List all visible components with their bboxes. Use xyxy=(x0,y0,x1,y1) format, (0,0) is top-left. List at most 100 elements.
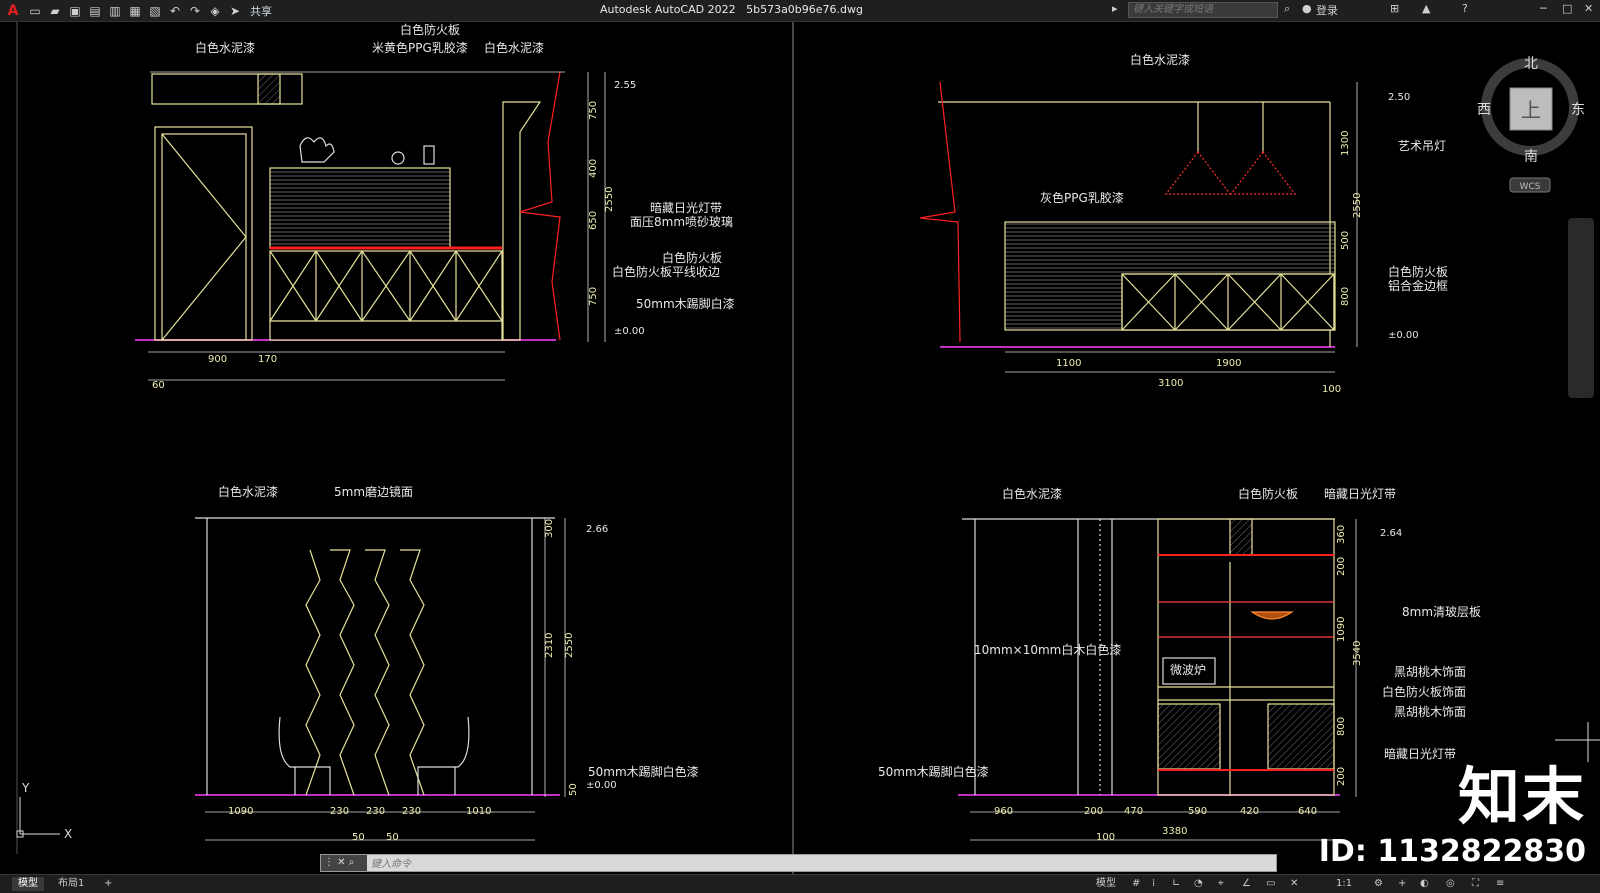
isolate-icon[interactable]: ◐ xyxy=(1414,877,1435,891)
osnap-icon[interactable]: ⌖ xyxy=(1212,877,1230,891)
tl-labels-7: 白色防火板平线收边 xyxy=(612,264,720,279)
minimize-icon[interactable]: ─ xyxy=(1540,2,1547,15)
bl-dims_h-0: 1090 xyxy=(228,806,253,817)
tab-model[interactable]: 模型 xyxy=(12,877,44,891)
window-title: Autodesk AutoCAD 2022 5b573a0b96e76.dwg xyxy=(600,3,864,16)
viewcube-east[interactable]: 东 xyxy=(1571,102,1585,118)
br-labels-9: 50mm木踢脚白色漆 xyxy=(878,764,989,779)
open-folder-icon[interactable]: ▰ xyxy=(46,2,64,20)
ucs-y-label: Y xyxy=(21,781,30,795)
model-space-toggle[interactable]: 模型 xyxy=(1090,877,1122,891)
polar-icon[interactable]: ◔ xyxy=(1188,877,1209,891)
search-arrow-icon[interactable]: ▸ xyxy=(1112,2,1118,15)
tr-labels-3: 白色防火板 xyxy=(1388,264,1448,279)
viewcube-south[interactable]: 南 xyxy=(1524,149,1538,165)
plus-icon[interactable]: + xyxy=(1392,877,1412,891)
br-dims_h-7: 100 xyxy=(1096,832,1115,843)
br-labels-10: 微波炉 xyxy=(1170,663,1206,677)
tr-labels-0: 白色水泥漆 xyxy=(1130,52,1190,67)
br-dims_v-1: 200 xyxy=(1336,557,1347,576)
autodesk-icon[interactable]: ▲ xyxy=(1422,2,1430,15)
bl-dims_v-2: 2550 xyxy=(564,633,575,658)
hardware-accel-icon[interactable]: ◎ xyxy=(1440,877,1461,891)
command-input[interactable] xyxy=(369,856,1233,872)
tr-dims_h-2: 3100 xyxy=(1158,378,1183,389)
br-levels-0: 2.64 xyxy=(1380,528,1402,539)
save-as-icon[interactable]: ▤ xyxy=(86,2,104,20)
undo-icon[interactable]: ↶ xyxy=(166,2,184,20)
share-label[interactable]: 共享 xyxy=(250,3,272,19)
help-icon[interactable]: ? xyxy=(1462,2,1468,15)
viewcube-top-face[interactable]: 上 xyxy=(1521,98,1541,122)
ortho-icon[interactable]: ∟ xyxy=(1166,877,1186,891)
br-labels-1: 白色防火板 xyxy=(1238,486,1298,501)
add-layout-button[interactable]: + xyxy=(98,877,118,891)
user-icon[interactable]: ● xyxy=(1302,2,1312,15)
snap-icon[interactable]: ⁞ xyxy=(1146,877,1161,891)
bl-dims_v-3: 50 xyxy=(568,783,579,796)
tl-dims_v-4: 2550 xyxy=(604,187,615,212)
viewcube-north[interactable]: 北 xyxy=(1524,56,1538,72)
viewcube[interactable]: 上 北 南 东 西 WCS xyxy=(1477,56,1585,193)
grid-icon[interactable]: # xyxy=(1126,877,1146,891)
bl-dims_h-6: 50 xyxy=(386,832,399,843)
elevation-top-right xyxy=(919,81,1358,373)
viewcube-west[interactable]: 西 xyxy=(1477,102,1491,118)
bl-dims_h-1: 230 xyxy=(330,806,349,817)
open-web-icon[interactable]: ▥ xyxy=(106,2,124,20)
otrack-icon[interactable]: ∠ xyxy=(1236,877,1257,891)
tl-labels-1: 白色防火板 xyxy=(400,22,460,37)
br-labels-7: 黑胡桃木饰面 xyxy=(1394,704,1466,719)
close-icon[interactable]: ✕ xyxy=(1584,2,1593,15)
annotation-icon[interactable]: ✕ xyxy=(1284,877,1304,891)
lineweight-icon[interactable]: ▭ xyxy=(1260,877,1281,891)
fullscreen-icon[interactable]: ⛶ xyxy=(1466,877,1485,891)
tl-dims_v-3: 750 xyxy=(588,287,599,306)
tr-dims_v-3: 2550 xyxy=(1352,193,1363,218)
title-bar: A ▭ ▰ ▣ ▤ ▥ ▦ ▧ ↶ ↷ ◈ ➤ 共享 Autodesk Auto… xyxy=(0,0,1600,22)
maximize-icon[interactable]: □ xyxy=(1562,2,1572,15)
br-dims_v-2: 1090 xyxy=(1336,617,1347,642)
command-tools-icon[interactable]: ⋮ ✕ ⌕ xyxy=(321,855,367,871)
workspace-gear-icon[interactable]: ⚙ xyxy=(1368,877,1389,891)
ucs-icon xyxy=(16,797,60,838)
tr-dims_v-2: 800 xyxy=(1340,287,1351,306)
tab-layout1[interactable]: 布局1 xyxy=(52,877,90,891)
bl-dims_h-3: 230 xyxy=(402,806,421,817)
cart-icon[interactable]: ⊞ xyxy=(1390,2,1399,15)
tr-levels-0: 2.50 xyxy=(1388,92,1410,103)
tl-dims_v-1: 400 xyxy=(588,159,599,178)
search-input[interactable] xyxy=(1128,2,1278,18)
search-icon[interactable]: ⌕ xyxy=(1284,2,1290,16)
bl-levels-0: 2.66 xyxy=(586,524,608,535)
save-icon[interactable]: ▣ xyxy=(66,2,84,20)
tr-labels-4: 铝合金边框 xyxy=(1388,278,1448,293)
bl-dims_h-4: 1010 xyxy=(466,806,491,817)
br-dims_v-5: 200 xyxy=(1336,767,1347,786)
drawing-canvas[interactable]: 白色水泥漆白色防火板米黄色PPG乳胶漆 白色水泥漆暗藏日光灯带面压8mm喷砂玻璃白… xyxy=(0,22,1600,874)
customize-icon[interactable]: ≡ xyxy=(1490,877,1510,891)
tr-dims_h-0: 1100 xyxy=(1056,358,1081,369)
login-link[interactable]: 登录 xyxy=(1316,2,1338,18)
tl-labels-8: 50mm木踢脚白漆 xyxy=(636,296,735,311)
tl-levels-0: 2.55 xyxy=(614,80,636,91)
br-dims_h-3: 590 xyxy=(1188,806,1207,817)
tl-labels-4: 暗藏日光灯带 xyxy=(650,200,722,215)
annotation-scale[interactable]: 1:1 xyxy=(1330,877,1358,891)
workspace-icon[interactable]: ◈ xyxy=(206,2,224,20)
navigation-bar[interactable] xyxy=(1568,218,1594,398)
share-icon[interactable]: ➤ xyxy=(226,2,244,20)
br-dims_v-4: 800 xyxy=(1336,717,1347,736)
tr-dims_v-0: 1300 xyxy=(1340,131,1351,156)
plot-icon[interactable]: ▧ xyxy=(146,2,164,20)
bl-levels-1: ±0.00 xyxy=(586,780,617,791)
bl-dims_v-0: 300 xyxy=(544,519,555,538)
br-dims_h-0: 960 xyxy=(994,806,1013,817)
tl-labels-2: 米黄色PPG乳胶漆 xyxy=(372,40,468,55)
autocad-logo-icon[interactable]: A xyxy=(0,3,26,19)
br-labels-5: 黑胡桃木饰面 xyxy=(1394,664,1466,679)
wcs-menu[interactable]: WCS xyxy=(1520,182,1541,192)
new-file-icon[interactable]: ▭ xyxy=(26,2,44,20)
redo-icon[interactable]: ↷ xyxy=(186,2,204,20)
save-web-icon[interactable]: ▦ xyxy=(126,2,144,20)
